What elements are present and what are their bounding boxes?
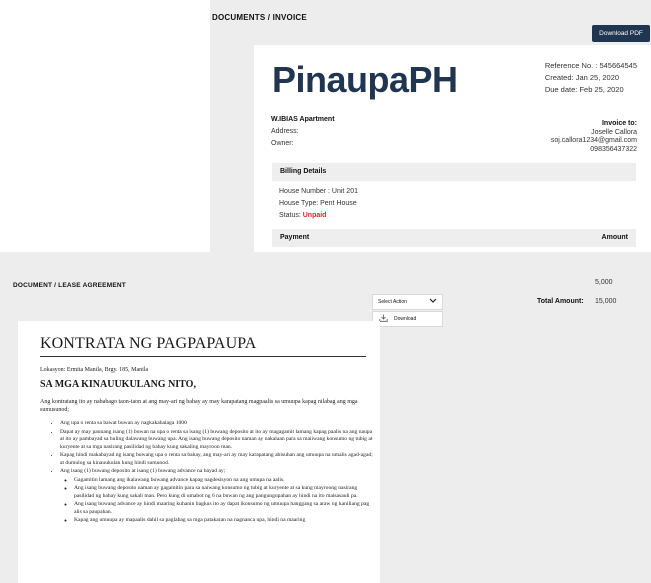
invoice-breadcrumb: DOCUMENTS / INVOICE bbox=[212, 13, 307, 22]
payment-label: Payment bbox=[280, 234, 310, 241]
download-pdf-button[interactable]: Download PDF bbox=[592, 25, 650, 42]
invoice-card: PinaupaPH Reference No. : 545664545 Crea… bbox=[254, 45, 651, 252]
blank-panel bbox=[0, 0, 210, 252]
list-item: Kapag hindi makabayad ng isang buwang up… bbox=[60, 452, 374, 467]
owner-label: Owner: bbox=[271, 140, 294, 147]
payment-header: Payment Amount bbox=[272, 229, 636, 247]
list-item: Dapat ay may paunang isang (1) buwan na … bbox=[60, 429, 374, 452]
download-menu-item[interactable]: Download bbox=[372, 311, 443, 327]
document-title: KONTRATA NG PAGPAPAUPA bbox=[40, 335, 366, 357]
document-intro: Ang kontratang ito ay nababago taon-taon… bbox=[40, 399, 358, 413]
invoice-to-name: Joselle Callora bbox=[591, 128, 637, 136]
house-type: House Type: Pent House bbox=[279, 200, 357, 207]
total-amount-value: 15,000 bbox=[595, 298, 617, 305]
invoice-to-phone: 098356437322 bbox=[590, 145, 637, 153]
amount-label: Amount bbox=[601, 234, 628, 241]
list-item: Ang isang (1) buwang deposito at isang (… bbox=[60, 468, 374, 525]
list-item-text: Ang isang (1) buwang deposito at isang (… bbox=[60, 468, 226, 474]
lease-breadcrumb: DOCUMENT / LEASE AGREEMENT bbox=[13, 282, 126, 289]
invoice-to-email: soj.callora1234@gmail.com bbox=[550, 137, 637, 144]
invoice-to-title: Invoice to: bbox=[601, 120, 637, 127]
sub-list-item: Kapag ang umuupa ay mapaalis dahil sa pa… bbox=[74, 517, 374, 525]
document-location: Lokasyon: Ermita Manila, Brgy. 185, Mani… bbox=[40, 367, 149, 373]
status-label: Status: bbox=[279, 212, 303, 219]
reference-number: Reference No. : 545664545 bbox=[544, 61, 637, 70]
amount-value: 5,000 bbox=[595, 279, 613, 286]
apartment-name: W.IBIAS Apartment bbox=[271, 116, 335, 123]
invoice-to-block: Invoice to: Joselle Callora soj.callora1… bbox=[551, 120, 637, 154]
status-badge: Unpaid bbox=[302, 212, 327, 219]
sub-list-item: Ang isang buwang deposito naman ay gagam… bbox=[74, 485, 374, 500]
lease-subterms-list: Gagamitin lamang ang ikalawang buwang ad… bbox=[60, 477, 374, 525]
apartment-block: W.IBIAS Apartment Address: Owner: bbox=[271, 114, 335, 150]
due-date: Due date: Feb 25, 2020 bbox=[544, 85, 624, 94]
document-subheading: SA MGA KINAUUKULANG NITO, bbox=[40, 379, 196, 390]
chevron-down-icon bbox=[429, 298, 437, 306]
created-date: Created: Jan 25, 2020 bbox=[544, 73, 620, 82]
download-label: Download bbox=[394, 316, 417, 322]
billing-details-header: Billing Details bbox=[272, 163, 636, 181]
billing-details: House Number : Unit 201 House Type: Pent… bbox=[279, 186, 358, 222]
invoice-reference-block: Reference No. : 545664545 Created: Jan 2… bbox=[545, 60, 637, 96]
house-number: House Number : Unit 201 bbox=[279, 188, 358, 195]
lease-terms-list: Ang upa o renta sa bawat buwan ay nagkak… bbox=[40, 420, 374, 525]
sub-list-item: Gagamitin lamang ang ikalawang buwang ad… bbox=[74, 477, 374, 485]
status-line: Status: Unpaid bbox=[279, 210, 358, 222]
brand-logo-text: PinaupaPH bbox=[272, 59, 458, 100]
select-action-dropdown[interactable]: Select Action bbox=[372, 294, 443, 310]
address-label: Address: bbox=[271, 128, 299, 135]
lease-document-page: KONTRATA NG PAGPAPAUPA Lokasyon: Ermita … bbox=[18, 321, 380, 583]
total-amount-label: Total Amount: bbox=[537, 298, 584, 305]
download-icon bbox=[379, 314, 388, 324]
sub-list-item: Ang isang buwang advance ay hindi maarin… bbox=[74, 501, 374, 516]
list-item: Ang upa o renta sa bawat buwan ay nagkak… bbox=[60, 420, 374, 428]
select-action-label: Select Action bbox=[378, 299, 407, 305]
